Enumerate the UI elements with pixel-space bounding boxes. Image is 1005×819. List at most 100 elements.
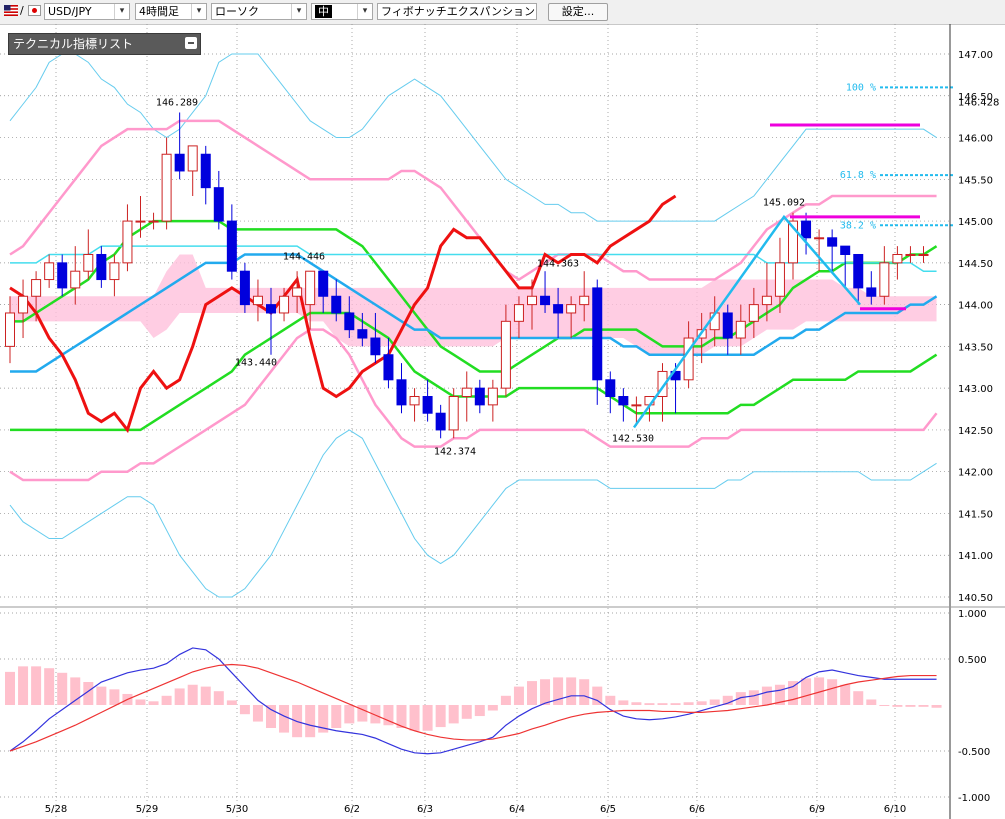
bb-lower-1 [9, 328, 938, 482]
candle-body [213, 187, 224, 222]
macd-histogram-bar [840, 684, 851, 705]
macd-histogram-bar [931, 705, 942, 708]
macd-histogram-bar [44, 668, 55, 705]
y-tick-label: 142.50 [958, 426, 993, 437]
y-tick-label: 144.00 [958, 301, 993, 312]
macd-histogram-bar [618, 700, 629, 705]
candle-body [344, 312, 355, 331]
macd-histogram-bar [853, 691, 864, 705]
candle-body [318, 270, 329, 297]
timeframe-select[interactable]: 4時間足 ▾ [135, 3, 207, 20]
chart-style-select[interactable]: ローソク ▾ [211, 3, 307, 20]
minimize-icon[interactable] [185, 37, 197, 49]
macd-histogram-bar [487, 705, 498, 711]
candle-body [566, 304, 577, 314]
macd-tick-label: -0.500 [958, 747, 990, 758]
x-tick-label: 6/4 [509, 804, 525, 815]
us-flag-icon [4, 5, 18, 16]
price-annotation: 143.440 [235, 357, 277, 368]
chart-area: 146.289 143.440 144.446 142.374 144.363 142.5… [0, 24, 1005, 819]
price-annotation: 144.446 [283, 251, 325, 262]
macd-histogram-bar [279, 705, 290, 733]
candle-body [135, 220, 146, 223]
macd-histogram-bar [605, 695, 616, 705]
macd-histogram-bar [448, 705, 459, 724]
settings-button[interactable]: 設定... [548, 3, 608, 21]
macd-histogram-bar [135, 699, 146, 705]
candle-body [448, 396, 459, 431]
macd-histogram-bar [109, 689, 120, 705]
candle-body [279, 295, 290, 314]
chevron-down-icon[interactable]: ▾ [357, 4, 372, 19]
candle-body [96, 253, 107, 281]
chart-style-value: ローソク [215, 5, 259, 18]
macd-histogram-bar [213, 691, 224, 705]
candle-body [748, 304, 759, 322]
macd-histogram-bar [266, 705, 276, 728]
candle-body [266, 304, 276, 314]
indicator-list-panel[interactable]: テクニカル指標リスト [8, 33, 201, 55]
price-annotation: 144.363 [537, 258, 579, 269]
candle-body [370, 337, 381, 356]
macd-histogram-bar [31, 666, 42, 705]
macd-histogram-bar [148, 701, 159, 705]
x-tick-label: 5/28 [45, 804, 67, 815]
macd-histogram-bar [57, 672, 68, 705]
macd-histogram-bar [500, 695, 511, 705]
macd-histogram-bar [579, 679, 590, 705]
size-select[interactable]: 中 ▾ [311, 3, 373, 20]
candle-body [618, 396, 629, 406]
drawing-tool-field[interactable]: フィボナッチエクスパンション [377, 3, 537, 20]
candle-body [57, 262, 68, 289]
candle-body [292, 287, 303, 297]
candle-body [461, 387, 472, 398]
x-tick-label: 6/9 [809, 804, 825, 815]
candle-body [866, 287, 877, 297]
macd-subchart [5, 647, 942, 755]
candle-body [18, 295, 29, 314]
macd-histogram-bar [527, 681, 537, 705]
candle-body [305, 270, 316, 306]
candles [5, 112, 929, 439]
current-price-label: 146.428 [958, 98, 999, 109]
macd-histogram-bar [5, 671, 15, 705]
macd-histogram-bar [657, 703, 668, 705]
candle-body [239, 270, 250, 306]
panel-title: テクニカル指標リスト [13, 37, 134, 51]
chevron-down-icon[interactable]: ▾ [291, 4, 306, 19]
symbol-prefix: / [20, 4, 24, 17]
y-tick-label: 146.00 [958, 134, 993, 145]
chevron-down-icon[interactable]: ▾ [191, 4, 206, 19]
y-tick-label: 142.00 [958, 468, 993, 479]
candle-body [5, 312, 15, 347]
y-tick-label: 140.50 [958, 593, 993, 604]
candle-body [605, 379, 616, 398]
candle-body [814, 237, 825, 240]
candle-body [357, 329, 368, 339]
candle-body [487, 387, 498, 406]
macd-histogram-bar [566, 677, 577, 705]
price-annotation: 142.530 [612, 433, 654, 444]
chevron-down-icon[interactable]: ▾ [114, 4, 129, 19]
x-tick-label: 6/3 [417, 804, 433, 815]
ichimoku-cloud [10, 254, 937, 355]
macd-tick-label: 1.000 [958, 609, 987, 620]
symbol-select[interactable]: USD/JPY ▾ [44, 3, 130, 20]
candle-body [579, 295, 590, 306]
candle-body [905, 253, 916, 256]
size-value: 中 [315, 5, 332, 18]
candle-body [174, 153, 185, 172]
price-annotation: 146.289 [156, 97, 198, 108]
candle-body [827, 237, 838, 247]
macd-histogram-bar [344, 705, 355, 724]
candle-body [774, 262, 785, 297]
macd-histogram-bar [892, 705, 903, 707]
macd-histogram-bar [631, 702, 642, 705]
macd-histogram-bar [239, 705, 250, 715]
fib-level-label: 38.2 % [840, 220, 876, 231]
y-tick-label: 144.50 [958, 259, 993, 270]
candle-body [840, 245, 851, 255]
x-tick-label: 6/5 [600, 804, 616, 815]
candle-body [761, 295, 772, 306]
macd-histogram-bar [761, 686, 772, 705]
